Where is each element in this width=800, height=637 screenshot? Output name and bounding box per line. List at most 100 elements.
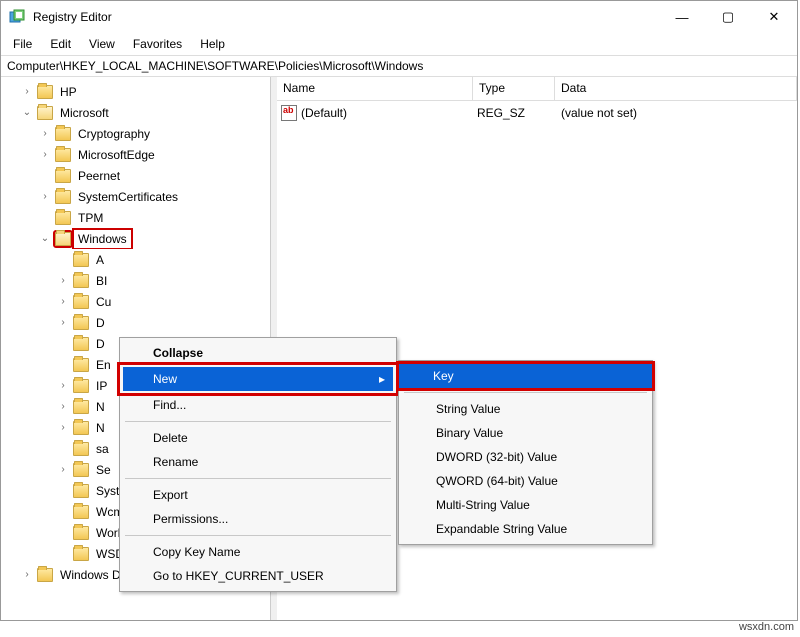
chevron-right-icon[interactable]: ›: [19, 84, 35, 100]
menu-file[interactable]: File: [5, 35, 40, 53]
context-menu: Collapse New ▸ Find... Delete Rename Exp…: [119, 337, 397, 592]
chevron-down-icon[interactable]: ⌄: [37, 231, 53, 247]
window-title: Registry Editor: [33, 10, 659, 24]
ctx-new-dword[interactable]: DWORD (32-bit) Value: [402, 445, 649, 469]
menu-view[interactable]: View: [81, 35, 123, 53]
watermark: wsxdn.com: [739, 621, 794, 633]
chevron-right-icon[interactable]: ›: [55, 315, 71, 331]
tree-item-microsoftedge[interactable]: ›MicrosoftEdge: [1, 144, 270, 165]
ctx-rename[interactable]: Rename: [123, 450, 393, 474]
col-header-data[interactable]: Data: [555, 77, 797, 100]
ctx-goto-hkcu[interactable]: Go to HKEY_CURRENT_USER: [123, 564, 393, 588]
chevron-right-icon[interactable]: ›: [37, 126, 53, 142]
tree-label: SystemCertificates: [75, 189, 181, 205]
chevron-down-icon[interactable]: ⌄: [19, 105, 35, 121]
ctx-new-multistring[interactable]: Multi-String Value: [402, 493, 649, 517]
separator: [125, 478, 391, 479]
folder-icon: [73, 505, 89, 519]
tree-label: TPM: [75, 210, 106, 226]
folder-icon: [73, 400, 89, 414]
regedit-icon: [9, 9, 25, 25]
folder-icon: [73, 358, 89, 372]
tree-item-microsoft[interactable]: ⌄ Microsoft: [1, 102, 270, 123]
tree-item-peernet[interactable]: Peernet: [1, 165, 270, 186]
tree-label: Cryptography: [75, 126, 153, 142]
folder-icon: [55, 148, 71, 162]
chevron-right-icon[interactable]: ›: [37, 189, 53, 205]
col-header-type[interactable]: Type: [473, 77, 555, 100]
titlebar[interactable]: Registry Editor — ▢ ✕: [1, 1, 797, 33]
ctx-export[interactable]: Export: [123, 483, 393, 507]
folder-icon: [73, 526, 89, 540]
address-bar[interactable]: Computer\HKEY_LOCAL_MACHINE\SOFTWARE\Pol…: [1, 55, 797, 77]
close-button[interactable]: ✕: [751, 1, 797, 33]
ctx-new-key[interactable]: Key: [399, 364, 652, 388]
tree-item-hp[interactable]: › HP: [1, 81, 270, 102]
separator: [404, 392, 647, 393]
folder-icon: [73, 442, 89, 456]
ctx-copy-key-name[interactable]: Copy Key Name: [123, 540, 393, 564]
ctx-new[interactable]: New ▸: [123, 367, 393, 391]
ctx-find[interactable]: Find...: [123, 393, 393, 417]
menu-help[interactable]: Help: [192, 35, 233, 53]
tree-item-d[interactable]: ›D: [1, 312, 270, 333]
tree-item-cu[interactable]: ›Cu: [1, 291, 270, 312]
folder-icon: [73, 484, 89, 498]
tree-label: N: [93, 420, 108, 436]
ctx-delete[interactable]: Delete: [123, 426, 393, 450]
tree-item-windows[interactable]: ⌄ Windows: [1, 228, 270, 249]
folder-icon: [55, 190, 71, 204]
expander-none: [55, 336, 71, 352]
folder-icon: [73, 547, 89, 561]
tree-label: A: [93, 252, 107, 268]
folder-icon: [55, 232, 71, 246]
col-header-name[interactable]: Name: [277, 77, 473, 100]
chevron-right-icon[interactable]: ›: [55, 273, 71, 289]
list-row[interactable]: (Default) REG_SZ (value not set): [277, 101, 797, 123]
ctx-new-binary[interactable]: Binary Value: [402, 421, 649, 445]
ctx-new-expandstring[interactable]: Expandable String Value: [402, 517, 649, 541]
tree-label: N: [93, 399, 108, 415]
chevron-right-icon: ▸: [379, 372, 385, 386]
ctx-new-string[interactable]: String Value: [402, 397, 649, 421]
ctx-new-qword[interactable]: QWORD (64-bit) Value: [402, 469, 649, 493]
chevron-right-icon[interactable]: ›: [55, 399, 71, 415]
folder-icon: [37, 106, 53, 120]
tree-label: Peernet: [75, 168, 123, 184]
cell-name: (Default): [301, 106, 477, 120]
maximize-button[interactable]: ▢: [705, 1, 751, 33]
chevron-right-icon[interactable]: ›: [55, 378, 71, 394]
chevron-right-icon[interactable]: ›: [55, 462, 71, 478]
context-submenu-new: Key String Value Binary Value DWORD (32-…: [398, 360, 653, 545]
cell-type: REG_SZ: [477, 106, 561, 120]
tree-item-systemcertificates[interactable]: › SystemCertificates: [1, 186, 270, 207]
folder-icon: [55, 169, 71, 183]
chevron-right-icon[interactable]: ›: [19, 567, 35, 583]
folder-icon: [73, 463, 89, 477]
menu-favorites[interactable]: Favorites: [125, 35, 190, 53]
folder-icon: [55, 127, 71, 141]
chevron-right-icon[interactable]: ›: [37, 147, 53, 163]
chevron-right-icon[interactable]: ›: [55, 294, 71, 310]
expander-none: [55, 483, 71, 499]
expander-none: [55, 546, 71, 562]
tree-item-cryptography[interactable]: › Cryptography: [1, 123, 270, 144]
ctx-collapse[interactable]: Collapse: [123, 341, 393, 365]
folder-icon: [73, 274, 89, 288]
tree-item-tpm[interactable]: TPM: [1, 207, 270, 228]
expander-none: [55, 525, 71, 541]
registry-editor-window: Registry Editor — ▢ ✕ File Edit View Fav…: [0, 0, 798, 621]
tree-label: BI: [93, 273, 110, 289]
tree-label: sa: [93, 441, 112, 457]
minimize-button[interactable]: —: [659, 1, 705, 33]
tree-item-bi[interactable]: › BI: [1, 270, 270, 291]
tree-label: Microsoft: [57, 105, 112, 121]
tree-item-a[interactable]: A: [1, 249, 270, 270]
title-buttons: — ▢ ✕: [659, 1, 797, 33]
chevron-right-icon[interactable]: ›: [55, 420, 71, 436]
ctx-permissions[interactable]: Permissions...: [123, 507, 393, 531]
menu-edit[interactable]: Edit: [42, 35, 79, 53]
menubar: File Edit View Favorites Help: [1, 33, 797, 55]
tree-label: Windows: [75, 231, 130, 247]
tree-label: HP: [57, 84, 80, 100]
